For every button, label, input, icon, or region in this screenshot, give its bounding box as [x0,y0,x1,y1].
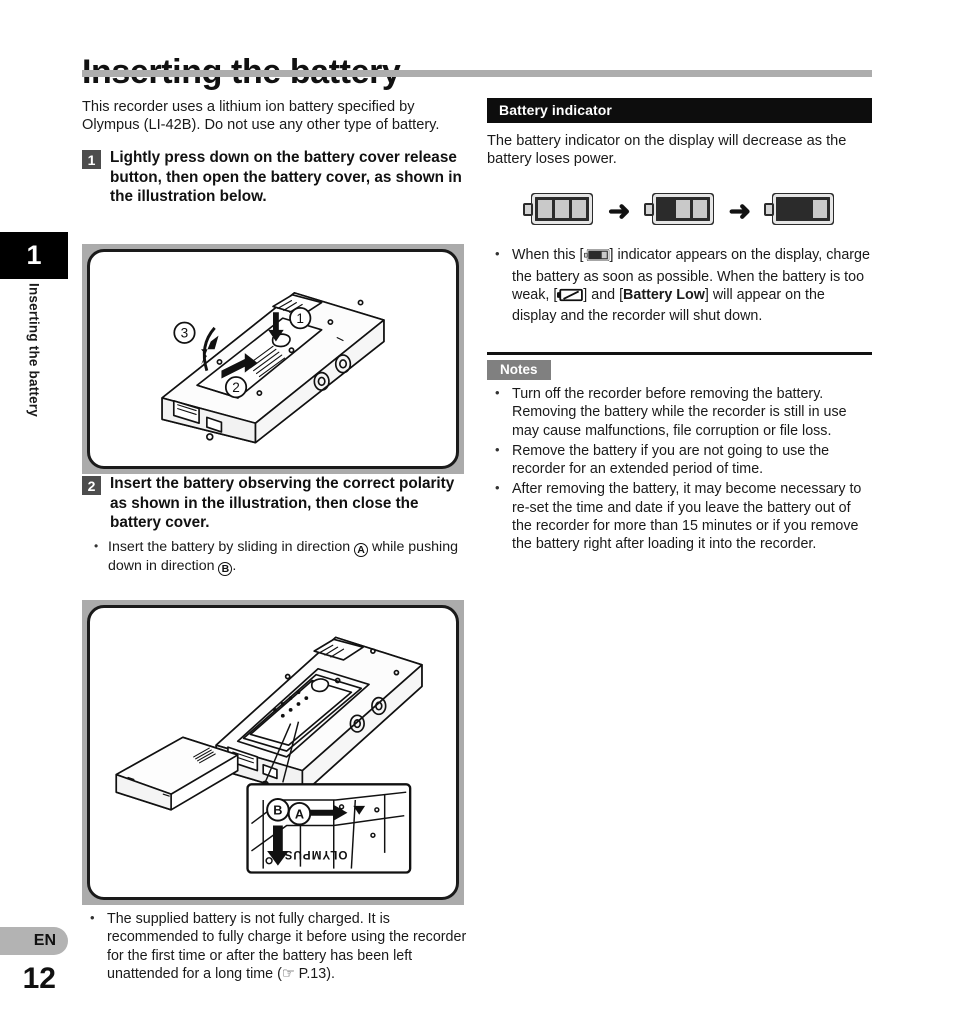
note-item: Turn off the recorder before removing th… [487,384,872,440]
language-tab: EN [0,927,68,955]
chapter-number-tab: 1 [0,232,68,279]
step-1-number: 1 [82,150,101,170]
title-rule [82,70,872,77]
warning-bold-label: Battery Low [623,287,705,303]
svg-text:1: 1 [296,311,304,326]
battery-insertion-illustration: OLYMPUS B A [115,636,423,874]
battery-two-thirds-icon [643,190,716,233]
notes-badge: Notes [487,360,551,380]
step-1: 1 Lightly press down on the battery cove… [82,148,464,207]
figure-insert-battery: OLYMPUS B A [82,600,464,905]
left-column: This recorder uses a lithium ion battery… [82,98,464,207]
warning-part-3: ] and [ [583,287,624,303]
page-number: 12 [0,962,68,998]
svg-text:B: B [273,803,282,818]
sub-bullet-direction: Insert the battery by sliding in directi… [82,537,466,576]
svg-text:3: 3 [181,326,189,341]
battery-brand-label: OLYMPUS [284,848,348,861]
recorder-cover-open-illustration: 1 2 3 [161,292,385,444]
direction-a-marker: A [354,542,369,557]
right-column: Battery indicator The battery indicator … [487,98,872,326]
note-item: Remove the battery if you are not going … [487,441,872,479]
step-2-text: Insert the battery observing the correct… [110,475,455,531]
battery-low-icon [764,190,836,233]
chapter-label-vertical: Inserting the battery [0,283,68,473]
figure-2-inner: OLYMPUS B A [87,605,459,900]
step-2-number: 2 [82,476,101,495]
notes-block: Notes Turn off the recorder before remov… [487,352,872,554]
warning-part-1: When this [ [512,247,584,264]
note-item: After removing the battery, it may becom… [487,479,872,553]
step-2: 2 Insert the battery observing the corre… [82,474,466,533]
inset-detail: OLYMPUS B A [246,783,412,874]
sub-bullet-part3: . [232,557,237,574]
battery-warning-item: When this [] indicator appears on the di… [487,245,872,325]
battery-low-icon-inline [583,248,610,267]
battery-empty-slash-icon-inline [557,288,584,307]
sub-bullet-part1: Insert the battery by sliding in directi… [108,538,351,555]
step-2-block: 2 Insert the battery observing the corre… [82,474,466,576]
chapter-label-text: Inserting the battery [26,283,42,417]
battery-indicator-sequence: ➜ ➜ [487,186,872,236]
footnote-item: The supplied battery is not fully charge… [82,909,472,983]
battery-indicator-intro: The battery indicator on the display wil… [487,133,847,168]
figure-1-inner: 1 2 3 [87,249,459,469]
notes-list: Turn off the recorder before removing th… [487,384,872,554]
battery-warning-list: When this [] indicator appears on the di… [487,245,872,325]
step-1-text: Lightly press down on the battery cover … [110,149,462,206]
arrow-right-icon-1: ➜ [607,195,631,226]
page-number-text: 12 [22,962,56,995]
svg-text:A: A [295,807,304,822]
section-header-battery-indicator: Battery indicator [487,98,872,123]
svg-text:2: 2 [232,380,240,395]
notes-rule [487,352,872,355]
step-2-sub-bullets: Insert the battery by sliding in directi… [82,537,466,576]
language-code: EN [33,932,56,949]
intro-paragraph: This recorder uses a lithium ion battery… [82,99,440,134]
chapter-number: 1 [26,240,42,270]
battery-full-icon [522,190,595,233]
direction-b-marker: B [218,561,233,576]
section-header-label: Battery indicator [499,102,612,118]
sidebar: 1 Inserting the battery EN 12 [0,0,70,1023]
figure-open-battery-cover: 1 2 3 [82,244,464,474]
footnote-block: The supplied battery is not fully charge… [82,908,472,983]
arrow-right-icon-2: ➜ [728,195,752,226]
footnote-list: The supplied battery is not fully charge… [82,909,472,983]
